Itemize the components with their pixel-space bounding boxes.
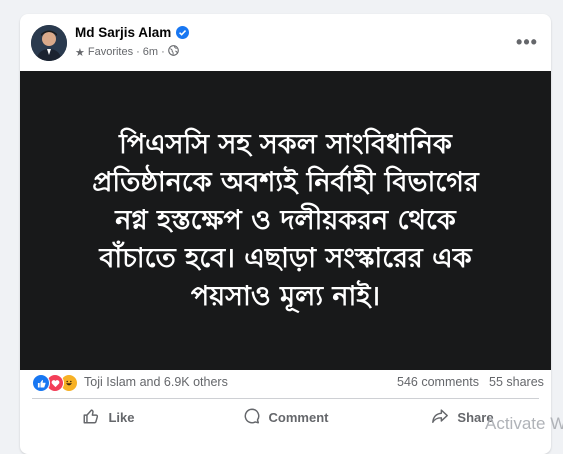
post-stats: Toji Islam and 6.9K others 546 comments … — [20, 372, 551, 394]
post-header: Md Sarjis Alam ★ Favorites · 6m · ••• — [20, 14, 551, 70]
reactors-text[interactable]: Toji Islam and 6.9K others — [84, 375, 228, 389]
avatar[interactable] — [31, 25, 67, 61]
comments-count[interactable]: 546 comments — [397, 375, 479, 389]
post-text: পিএসসি সহ সকল সাংবিধানিক প্রতিষ্ঠানকে অব… — [92, 128, 479, 312]
post-time[interactable]: 6m — [143, 46, 158, 58]
reaction-icons[interactable] — [32, 374, 78, 392]
globe-icon — [167, 45, 179, 59]
meta-separator: · — [136, 46, 140, 58]
share-icon — [431, 407, 449, 428]
like-label: Like — [108, 409, 135, 425]
favorites-star-icon: ★ — [75, 46, 85, 59]
audience-label[interactable]: Favorites — [88, 46, 133, 58]
avatar-image — [31, 25, 67, 61]
shares-count[interactable]: 55 shares — [489, 375, 544, 389]
more-options-button[interactable]: ••• — [513, 28, 541, 56]
post-actions: Like Comment Share — [20, 400, 551, 434]
verified-badge-icon — [176, 26, 190, 39]
author-name[interactable]: Md Sarjis Alam — [75, 25, 171, 40]
author-line: Md Sarjis Alam — [75, 25, 190, 40]
activate-windows-watermark: Activate W — [485, 414, 563, 433]
comment-button[interactable]: Comment — [197, 400, 374, 434]
comment-label: Comment — [268, 409, 329, 425]
thumbs-up-icon — [82, 407, 100, 428]
post-text-background[interactable]: পিএসসি সহ সকল সাংবিধানিক প্রতিষ্ঠানকে অব… — [20, 71, 551, 370]
post-meta: ★ Favorites · 6m · — [75, 45, 179, 59]
meta-separator: · — [161, 46, 165, 58]
like-reaction-icon — [32, 374, 50, 392]
divider — [32, 398, 539, 399]
post-card: Md Sarjis Alam ★ Favorites · 6m · ••• পি… — [20, 14, 551, 454]
comment-icon — [243, 407, 261, 428]
like-button[interactable]: Like — [20, 400, 197, 434]
